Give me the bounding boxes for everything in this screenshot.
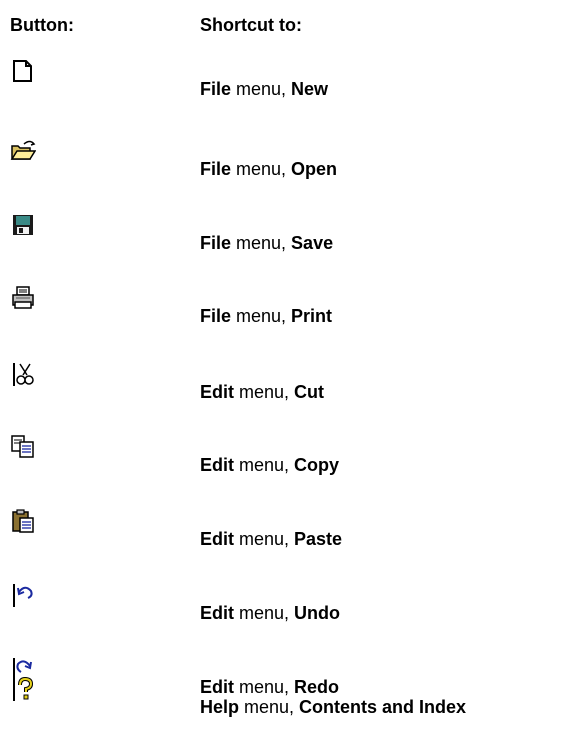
shortcut-description: Edit menu, Undo (200, 603, 341, 623)
button-column-header: Button: (10, 15, 74, 35)
shortcut-description: Edit menu, Cut (200, 382, 325, 402)
shortcut-row-paste: Edit menu, Paste (0, 508, 587, 568)
shortcut-description: File menu, Open (200, 159, 338, 179)
help-icon[interactable] (10, 676, 36, 702)
shortcut-description: Edit menu, Copy (200, 455, 340, 475)
shortcut-row-help: Help menu, Contents and Index (0, 676, 587, 736)
shortcut-row-open: File menu, Open (0, 138, 587, 198)
open-folder-icon[interactable] (10, 138, 37, 164)
shortcut-row-cut: Edit menu, Cut (0, 361, 587, 421)
shortcut-row-undo: Edit menu, Undo (0, 582, 587, 642)
shortcut-row-copy: Edit menu, Copy (0, 434, 587, 494)
cut-icon[interactable] (10, 361, 36, 387)
undo-icon[interactable] (10, 582, 36, 608)
shortcut-row-save: File menu, Save (0, 212, 587, 272)
copy-icon[interactable] (10, 434, 36, 460)
shortcut-row-new: File menu, New (0, 58, 587, 118)
shortcut-description: Edit menu, Paste (200, 529, 343, 549)
shortcut-row-print: File menu, Print (0, 285, 587, 345)
shortcut-column-header: Shortcut to: (200, 15, 302, 35)
save-disk-icon[interactable] (10, 212, 36, 238)
print-icon[interactable] (10, 285, 36, 311)
shortcut-description: File menu, Save (200, 233, 334, 253)
shortcut-description: Help menu, Contents and Index (200, 697, 467, 717)
new-document-icon[interactable] (10, 58, 36, 84)
shortcut-description: File menu, Print (200, 306, 333, 326)
shortcut-description: File menu, New (200, 79, 329, 99)
paste-icon[interactable] (10, 508, 36, 534)
